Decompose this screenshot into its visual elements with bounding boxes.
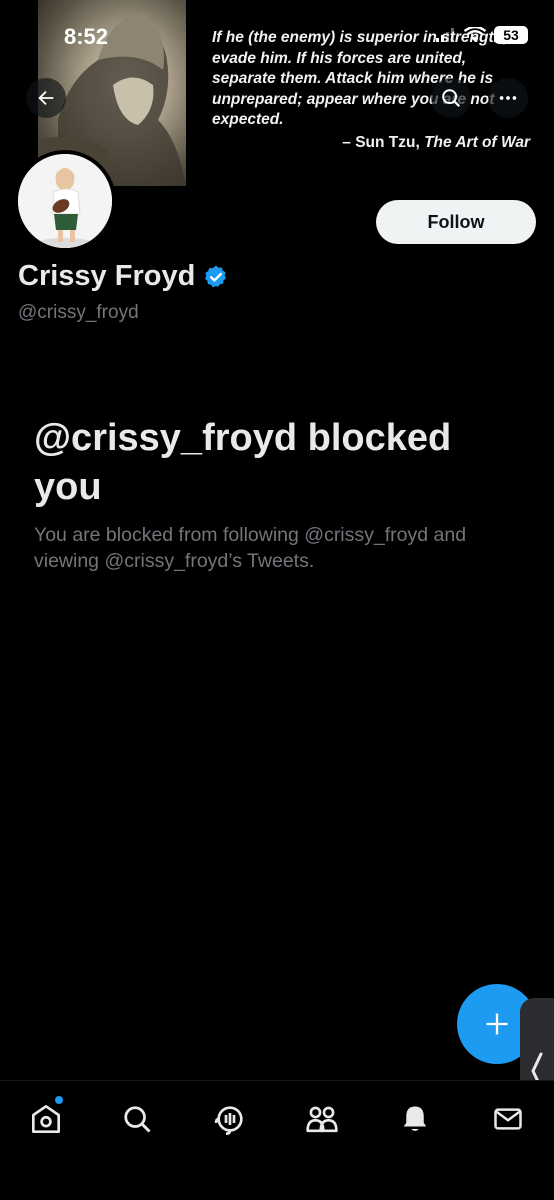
communities-icon xyxy=(306,1106,338,1133)
signal-icon xyxy=(436,28,454,42)
avatar[interactable] xyxy=(14,150,116,252)
follow-button[interactable]: Follow xyxy=(376,200,536,244)
more-dots-icon xyxy=(499,96,517,100)
tab-explore[interactable] xyxy=(115,1097,159,1141)
blocked-message: You are blocked from following @crissy_f… xyxy=(34,524,467,572)
search-icon xyxy=(124,1106,151,1133)
battery-indicator: 53 xyxy=(494,26,528,44)
tab-messages[interactable] xyxy=(486,1097,530,1141)
profile-handle: @crissy_froyd xyxy=(18,302,139,323)
mail-icon xyxy=(494,1108,522,1130)
tab-home[interactable] xyxy=(24,1096,68,1141)
tab-communities[interactable] xyxy=(300,1097,344,1141)
back-button[interactable] xyxy=(26,78,66,118)
search-button[interactable] xyxy=(431,78,471,118)
bottom-tab-bar xyxy=(0,1080,554,1200)
home-notification-dot xyxy=(55,1096,63,1104)
home-icon xyxy=(32,1105,60,1133)
avatar-photo xyxy=(18,154,112,248)
bell-icon xyxy=(403,1106,427,1131)
plus-icon xyxy=(486,1013,508,1035)
profile-display-name: Crissy Froyd xyxy=(18,260,196,292)
tab-spaces[interactable] xyxy=(208,1097,252,1141)
status-time: 8:52 xyxy=(64,24,109,49)
search-icon xyxy=(442,89,461,108)
wifi-icon xyxy=(464,27,486,42)
profile-name-row: Crissy Froyd xyxy=(18,260,229,293)
tab-notifications[interactable] xyxy=(393,1097,437,1141)
banner-attribution: – Sun Tzu, The Art of War xyxy=(342,134,530,151)
blocked-title: @crissy_froyd blocked you xyxy=(34,417,452,508)
more-options-button[interactable] xyxy=(488,78,528,118)
spaces-icon xyxy=(214,1106,243,1135)
status-icons: 53 xyxy=(436,26,528,44)
verified-badge-icon[interactable] xyxy=(203,264,229,290)
arrow-left-icon xyxy=(38,90,54,106)
